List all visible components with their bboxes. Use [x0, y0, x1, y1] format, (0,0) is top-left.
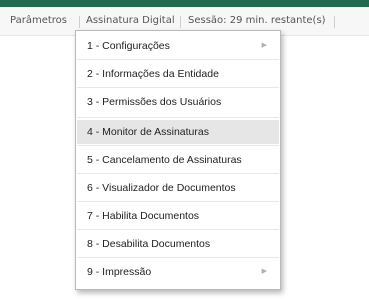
assinatura-digital-dropdown: 1 - Configurações ▶ 2 - Informações da E…	[75, 30, 281, 290]
menu-item-label: 8 - Desabilita Documentos	[87, 238, 211, 250]
menu-parametros[interactable]: Parâmetros	[10, 7, 67, 35]
menu-item-configuracoes[interactable]: 1 - Configurações ▶	[77, 34, 279, 58]
menu-divider	[77, 145, 279, 146]
menu-item-cancelamento-assinaturas[interactable]: 5 - Cancelamento de Assinaturas	[77, 148, 279, 172]
menu-item-habilita-documentos[interactable]: 7 - Habilita Documentos	[77, 204, 279, 228]
menu-item-monitor-assinaturas[interactable]: 4 - Monitor de Assinaturas	[77, 120, 279, 144]
menu-item-informacoes-entidade[interactable]: 2 - Informações da Entidade	[77, 62, 279, 86]
menu-item-label: 3 - Permissões dos Usuários	[87, 96, 222, 108]
menu-item-label: 5 - Cancelamento de Assinaturas	[87, 154, 242, 166]
menu-divider	[77, 59, 279, 60]
menu-item-permissoes-usuarios[interactable]: 3 - Permissões dos Usuários	[77, 90, 279, 114]
menu-item-label: 1 - Configurações	[87, 40, 170, 52]
submenu-arrow-icon: ▶	[261, 268, 267, 275]
menu-item-label: 4 - Monitor de Assinaturas	[87, 126, 209, 138]
menu-divider	[77, 257, 279, 258]
menu-separator	[79, 16, 80, 28]
menu-divider	[77, 87, 279, 88]
menu-divider	[77, 201, 279, 202]
menu-item-desabilita-documentos[interactable]: 8 - Desabilita Documentos	[77, 232, 279, 256]
menu-divider	[77, 173, 279, 174]
menu-item-label: 7 - Habilita Documentos	[87, 210, 200, 222]
menu-separator	[180, 16, 181, 28]
menu-separator	[334, 16, 335, 28]
top-accent-bar	[0, 0, 369, 7]
menu-divider	[77, 117, 279, 118]
menu-item-label: 9 - Impressão	[87, 266, 152, 278]
menu-item-label: 6 - Visualizador de Documentos	[87, 182, 236, 194]
submenu-arrow-icon: ▶	[261, 42, 267, 49]
menu-divider	[77, 229, 279, 230]
menu-item-label: 2 - Informações da Entidade	[87, 68, 219, 80]
menu-item-impressao[interactable]: 9 - Impressão ▶	[77, 260, 279, 284]
menu-item-visualizador-documentos[interactable]: 6 - Visualizador de Documentos	[77, 176, 279, 200]
